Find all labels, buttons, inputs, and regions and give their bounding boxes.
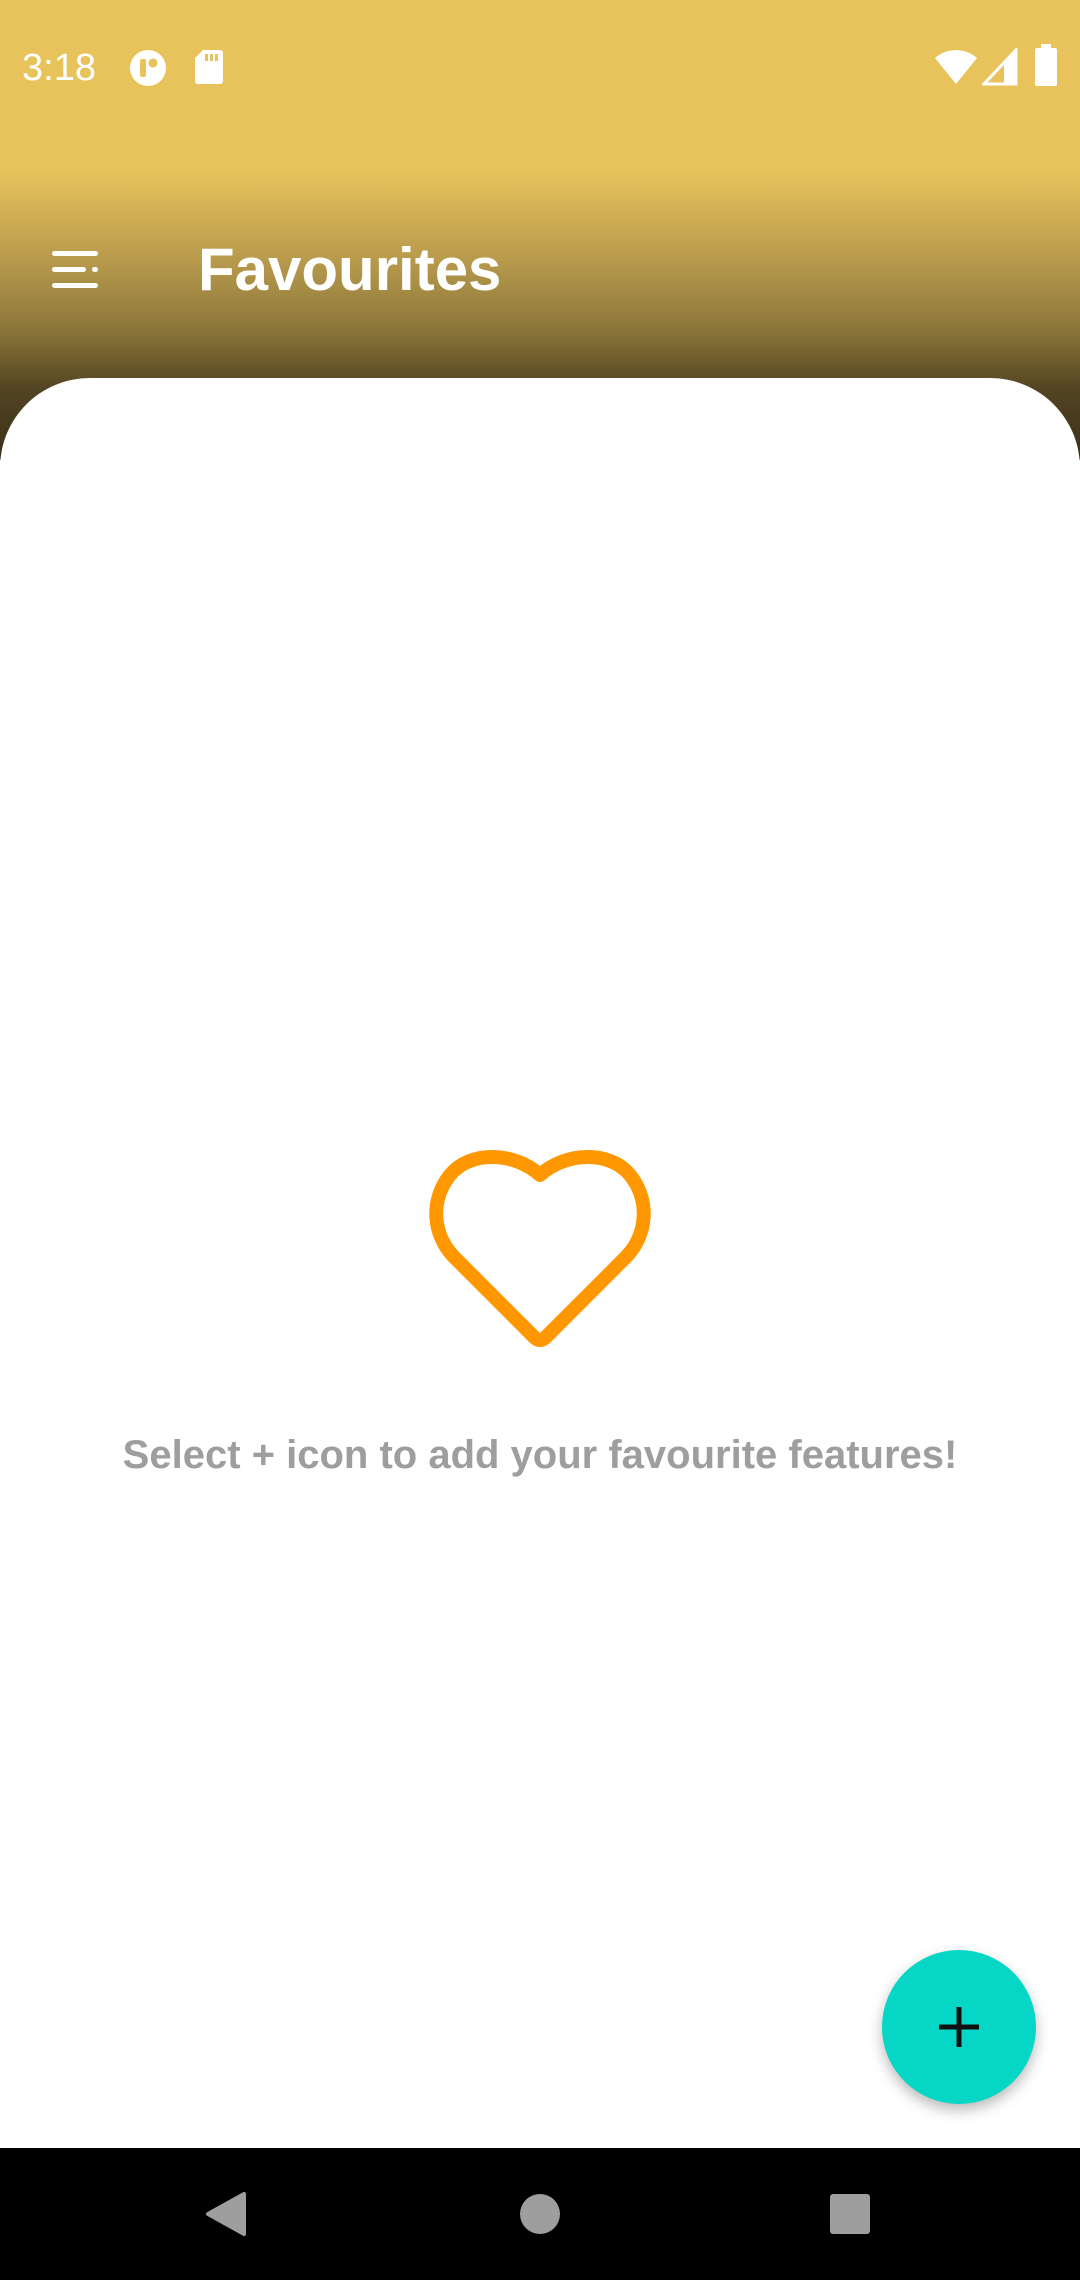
menu-icon — [52, 251, 98, 288]
recents-icon — [830, 2194, 870, 2234]
menu-button[interactable] — [36, 230, 116, 310]
sd-card-icon — [195, 50, 223, 84]
heart-outline-icon — [420, 1140, 660, 1360]
recents-button[interactable] — [810, 2174, 890, 2254]
add-favourite-button[interactable] — [882, 1950, 1036, 2104]
wifi-icon — [935, 50, 977, 84]
status-time: 3:18 — [22, 47, 96, 89]
back-icon — [206, 2192, 246, 2236]
empty-state-message: Select + icon to add your favourite feat… — [122, 1433, 958, 1477]
navigation-bar — [0, 2148, 1080, 2280]
app-bar: Favourites — [0, 200, 1080, 340]
app-notification-icon — [130, 50, 166, 86]
empty-state: Select + icon to add your favourite feat… — [0, 1140, 1080, 1480]
home-button[interactable] — [500, 2174, 580, 2254]
battery-icon — [1035, 44, 1057, 86]
home-icon — [520, 2194, 560, 2234]
signal-icon — [982, 48, 1018, 86]
back-button[interactable] — [186, 2174, 266, 2254]
status-bar: 3:18 — [0, 0, 1080, 134]
plus-icon — [939, 2007, 979, 2047]
page-title: Favourites — [198, 236, 502, 303]
